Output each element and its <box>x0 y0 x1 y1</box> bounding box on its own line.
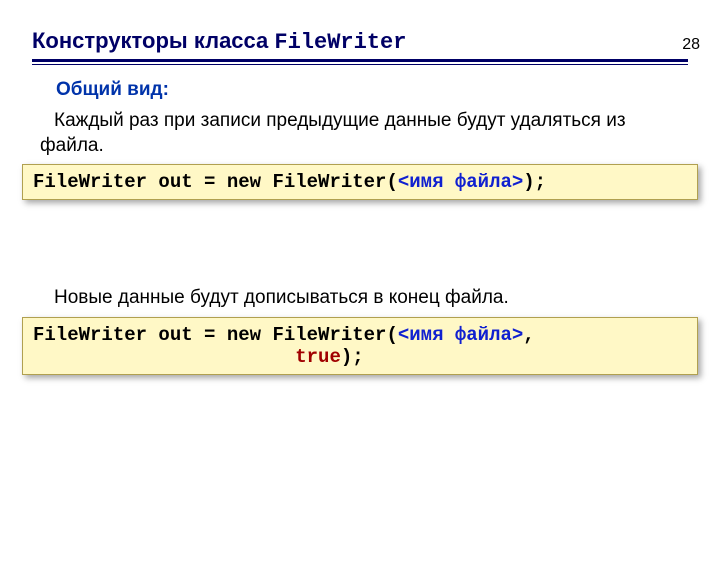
code-text: FileWriter out = new FileWriter( <box>33 171 398 193</box>
slide-title: Конструкторы класса FileWriter <box>32 28 720 55</box>
code-placeholder-filename: <имя файла> <box>398 171 523 193</box>
page-number: 28 <box>682 36 700 54</box>
code-example-overwrite: FileWriter out = new FileWriter(<имя фай… <box>22 164 698 200</box>
code-text: ); <box>523 171 546 193</box>
title-class-name: FileWriter <box>274 30 406 55</box>
paragraph-append: Новые данные будут дописываться в конец … <box>40 286 680 311</box>
section-subtitle: Общий вид: <box>56 79 720 101</box>
title-underline <box>32 59 688 65</box>
code-indent <box>33 346 295 368</box>
code-example-append: FileWriter out = new FileWriter(<имя фай… <box>22 317 698 375</box>
title-prefix: Конструкторы класса <box>32 28 274 53</box>
code-text: FileWriter out = new FileWriter( <box>33 324 398 346</box>
code-text: ); <box>341 346 364 368</box>
code-placeholder-filename: <имя файла> <box>398 324 523 346</box>
code-keyword-true: true <box>295 346 341 368</box>
code-text: , <box>523 324 546 346</box>
paragraph-overwrite: Каждый раз при записи предыдущие данные … <box>40 109 680 158</box>
